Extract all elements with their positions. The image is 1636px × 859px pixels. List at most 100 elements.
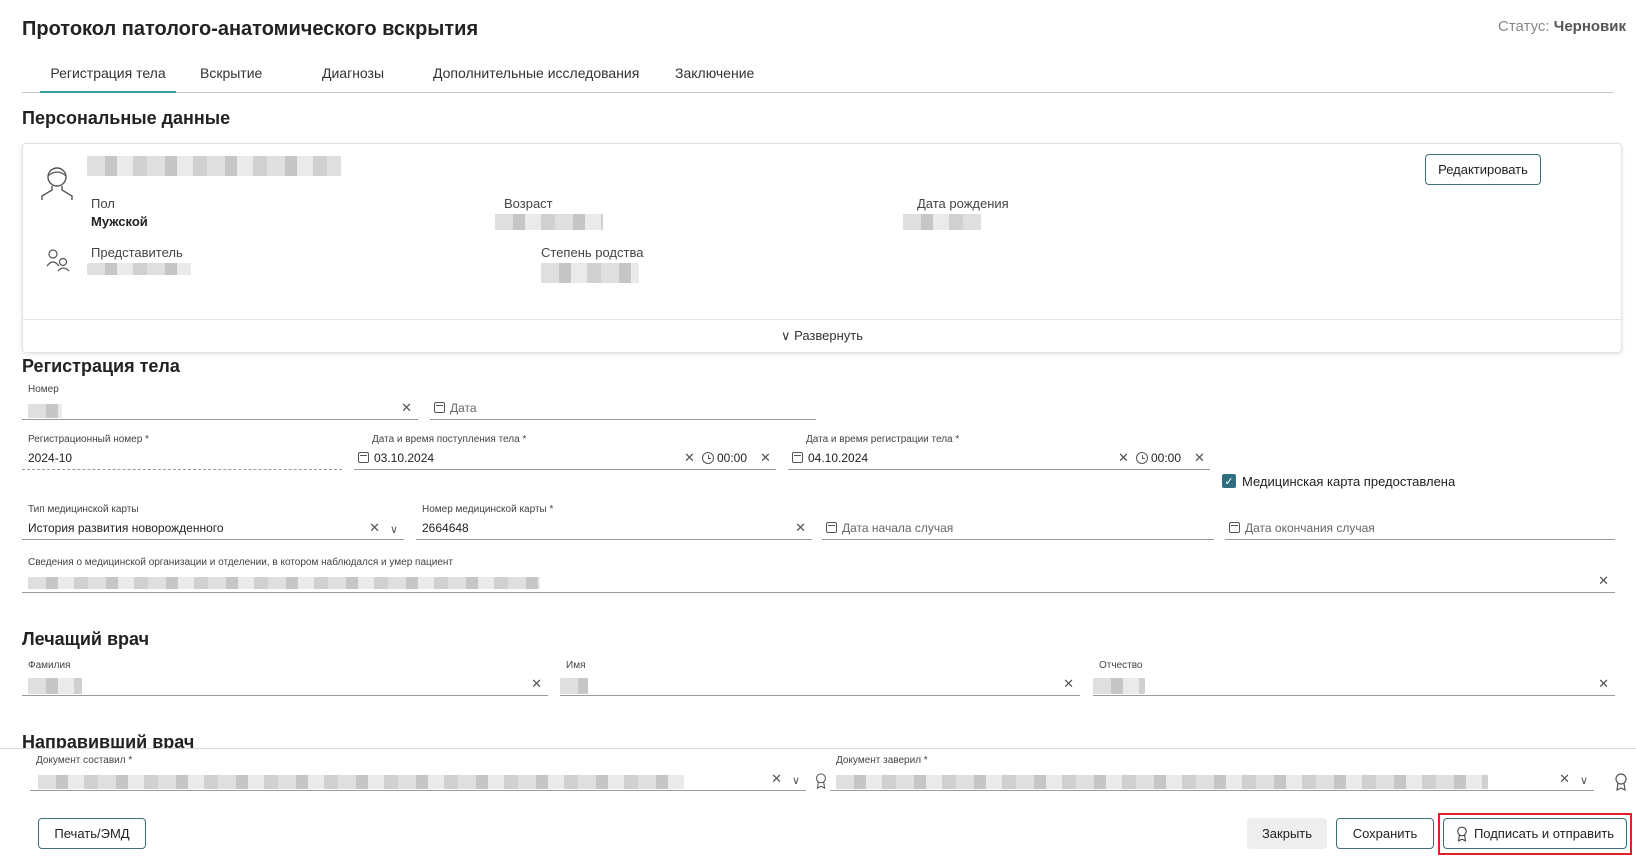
surname-value-redacted (28, 678, 82, 694)
sticky-footer: Документ составил * ✕ ∨ Документ заверил… (0, 748, 1636, 859)
reg-number-label: Регистрационный номер * (28, 434, 149, 445)
registration-datetime-field[interactable]: Дата и время регистрации тела * 04.10.20… (788, 434, 1210, 470)
section-title-attending: Лечащий врач (22, 629, 150, 649)
clear-icon[interactable]: ✕ (1194, 450, 1205, 466)
med-card-checkbox[interactable]: ✓ (1222, 474, 1236, 488)
certificate-icon[interactable] (1614, 773, 1628, 791)
doc-certified-label: Документ заверил * (836, 755, 928, 766)
page-title: Протокол патолого-анатомического вскрыти… (22, 18, 479, 40)
clear-icon[interactable]: ✕ (369, 520, 380, 536)
clear-icon[interactable]: ✕ (1118, 450, 1129, 466)
clear-icon[interactable]: ✕ (1598, 573, 1609, 589)
arrival-label: Дата и время поступления тела * (372, 434, 527, 445)
arrival-time-value: 00:00 (717, 451, 748, 465)
patronymic-label: Отчество (1099, 660, 1143, 671)
clear-icon[interactable]: ✕ (531, 676, 542, 692)
card-type-label: Тип медицинской карты (28, 504, 139, 515)
save-button[interactable]: Сохранить (1336, 818, 1434, 849)
clear-icon[interactable]: ✕ (1598, 676, 1609, 692)
reg-number-value: 2024-10 (28, 451, 73, 465)
tab-diagnoses[interactable]: Диагнозы (322, 65, 384, 93)
card-divider (23, 319, 1621, 320)
number-field[interactable]: Номер ✕ (22, 384, 418, 420)
org-info-field[interactable]: Сведения о медицинской организации и отд… (22, 557, 1615, 593)
clear-icon[interactable]: ✕ (760, 450, 771, 466)
doc-composed-value-redacted (38, 775, 684, 789)
org-info-label: Сведения о медицинской организации и отд… (28, 557, 454, 568)
doc-certified-select[interactable]: Документ заверил * ✕ ∨ (830, 755, 1594, 791)
calendar-icon[interactable] (434, 402, 445, 413)
date-field[interactable]: Дата (430, 384, 816, 420)
sign-and-send-button[interactable]: Подписать и отправить (1443, 818, 1627, 849)
name-label: Имя (566, 660, 586, 671)
doc-certified-value-redacted (836, 775, 1488, 789)
name-value-redacted (560, 678, 588, 694)
case-end-placeholder: Дата окончания случая (1245, 521, 1375, 535)
sign-and-send-label: Подписать и отправить (1473, 826, 1615, 841)
card-number-label: Номер медицинской карты * (422, 504, 554, 515)
case-start-placeholder: Дата начала случая (842, 521, 954, 535)
section-title-registration: Регистрация тела (22, 356, 180, 376)
registration-date-value: 04.10.2024 (808, 451, 869, 465)
sex-label: Пол (91, 196, 115, 211)
kinship-value-redacted (541, 263, 639, 283)
tab-bar: Регистрация тела Вскрытие Диагнозы Допол… (22, 60, 1614, 93)
tab-body-registration[interactable]: Регистрация тела (40, 65, 176, 93)
tab-autopsy[interactable]: Вскрытие (200, 65, 262, 93)
card-number-value: 2664648 (422, 521, 469, 535)
patient-name-redacted (87, 156, 341, 176)
age-value-redacted (495, 214, 603, 230)
case-start-date-field[interactable]: Дата начала случая (822, 504, 1214, 540)
expand-toggle[interactable]: ∨ Развернуть (23, 328, 1621, 344)
patronymic-field[interactable]: Отчество ✕ (1093, 660, 1615, 696)
certificate-icon[interactable] (814, 773, 828, 789)
sex-value: Мужской (91, 214, 148, 229)
status-value: Черновик (1553, 18, 1626, 35)
number-value-redacted (28, 404, 62, 418)
clock-icon[interactable] (1136, 452, 1148, 464)
doc-composed-select[interactable]: Документ составил * ✕ ∨ (30, 755, 806, 791)
tab-additional-studies[interactable]: Дополнительные исследования (433, 65, 639, 93)
clear-icon[interactable]: ✕ (684, 450, 695, 466)
surname-label: Фамилия (28, 660, 71, 671)
card-number-field[interactable]: Номер медицинской карты * 2664648 ✕ (416, 504, 812, 540)
print-emd-button[interactable]: Печать/ЭМД (38, 818, 146, 849)
clear-icon[interactable]: ✕ (795, 520, 806, 536)
edit-button[interactable]: Редактировать (1425, 154, 1541, 185)
chevron-down-icon: ∨ (780, 328, 791, 343)
calendar-icon[interactable] (792, 452, 803, 463)
patient-card: Редактировать Пол Мужской Возраст Дата р… (22, 143, 1622, 353)
clear-icon[interactable]: ✕ (1063, 676, 1074, 692)
representative-value-redacted (87, 263, 191, 275)
name-field[interactable]: Имя ✕ (560, 660, 1080, 696)
clear-icon[interactable]: ✕ (401, 400, 412, 416)
registration-time-value: 00:00 (1151, 451, 1182, 465)
age-label: Возраст (504, 196, 553, 211)
clock-icon[interactable] (702, 452, 714, 464)
chevron-down-icon[interactable]: ∨ (390, 523, 398, 536)
chevron-down-icon[interactable]: ∨ (792, 774, 800, 787)
chevron-down-icon[interactable]: ∨ (1580, 774, 1588, 787)
card-type-select[interactable]: Тип медицинской карты История развития н… (22, 504, 404, 540)
patronymic-value-redacted (1093, 678, 1145, 694)
org-info-value-redacted (28, 577, 540, 589)
calendar-icon[interactable] (358, 452, 369, 463)
med-card-checkbox-label: Медицинская карта предоставлена (1242, 474, 1456, 489)
kinship-label: Степень родства (541, 245, 644, 260)
clear-icon[interactable]: ✕ (771, 771, 782, 787)
card-type-value: История развития новорожденного (28, 521, 224, 535)
doc-composed-label: Документ составил * (36, 755, 133, 766)
reg-number-field[interactable]: Регистрационный номер * 2024-10 (22, 434, 342, 470)
section-title-personal: Персональные данные (22, 108, 231, 128)
registration-datetime-label: Дата и время регистрации тела * (806, 434, 960, 445)
case-end-date-field[interactable]: Дата окончания случая (1225, 504, 1615, 540)
calendar-icon[interactable] (826, 522, 837, 533)
surname-field[interactable]: Фамилия ✕ (22, 660, 548, 696)
dob-label: Дата рождения (917, 196, 1009, 211)
number-label: Номер (28, 384, 59, 395)
tab-conclusion[interactable]: Заключение (675, 65, 754, 93)
calendar-icon[interactable] (1229, 522, 1240, 533)
arrival-datetime-field[interactable]: Дата и время поступления тела * 03.10.20… (354, 434, 776, 470)
close-button[interactable]: Закрыть (1247, 818, 1327, 849)
clear-icon[interactable]: ✕ (1559, 771, 1570, 787)
